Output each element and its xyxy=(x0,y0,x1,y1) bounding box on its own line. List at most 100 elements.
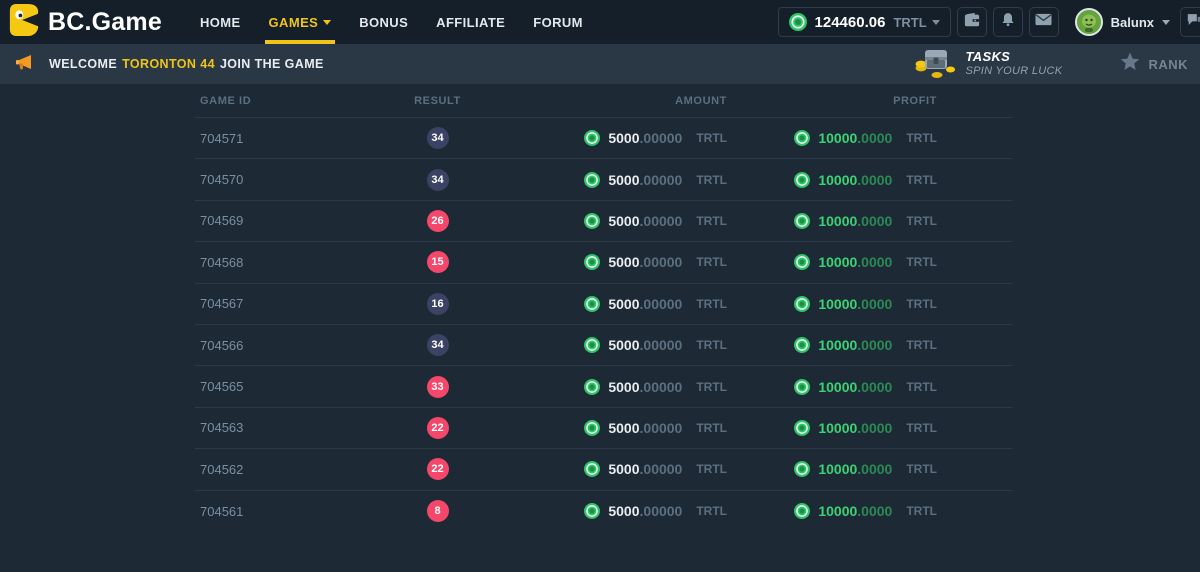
user-menu[interactable]: Balunx xyxy=(1075,8,1170,36)
profit-fraction: .0000 xyxy=(857,420,892,436)
game-id: 704565 xyxy=(195,379,375,394)
page: BC.Game HOME GAMES BONUS AFFILIATE FORUM xyxy=(0,0,1200,572)
trtl-coin-icon xyxy=(584,296,600,312)
profit-integer: 10000 xyxy=(818,337,857,353)
chevron-down-icon xyxy=(932,20,940,25)
table-row[interactable]: 704571 34 5000.00000 TRTL 10000.0000 TRT… xyxy=(195,118,1012,159)
game-id: 704566 xyxy=(195,338,375,353)
header-amount: AMOUNT xyxy=(500,95,727,107)
trtl-coin-icon xyxy=(794,379,810,395)
table-row[interactable]: 704562 22 5000.00000 TRTL 10000.0000 TRT… xyxy=(195,449,1012,490)
game-id: 704561 xyxy=(195,504,375,519)
chat-button[interactable]: 10 xyxy=(1180,7,1200,37)
envelope-icon xyxy=(1035,13,1052,31)
game-id: 704562 xyxy=(195,462,375,477)
table-row[interactable]: 704565 33 5000.00000 TRTL 10000.0000 TRT… xyxy=(195,366,1012,407)
amount-currency: TRTL xyxy=(696,462,727,476)
profit-integer: 10000 xyxy=(818,503,857,519)
amount-fraction: .00000 xyxy=(640,503,683,519)
result-badge: 26 xyxy=(427,210,449,232)
profit-fraction: .0000 xyxy=(857,213,892,229)
messages-button[interactable] xyxy=(1029,7,1059,37)
trtl-coin-icon xyxy=(584,213,600,229)
profit-integer: 10000 xyxy=(818,420,857,436)
profit-currency: TRTL xyxy=(906,297,937,311)
profit-currency: TRTL xyxy=(906,131,937,145)
table-row[interactable]: 704568 15 5000.00000 TRTL 10000.0000 TRT… xyxy=(195,242,1012,283)
profit-fraction: .0000 xyxy=(857,337,892,353)
balance-selector[interactable]: 124460.06 TRTL xyxy=(778,7,951,37)
nav-item-games[interactable]: GAMES xyxy=(269,0,332,44)
profit-currency: TRTL xyxy=(906,214,937,228)
amount-fraction: .00000 xyxy=(640,379,683,395)
amount-fraction: .00000 xyxy=(640,461,683,477)
wallet-button[interactable] xyxy=(957,7,987,37)
result-badge: 34 xyxy=(427,334,449,356)
result-badge: 8 xyxy=(427,500,449,522)
nav-item-home[interactable]: HOME xyxy=(200,0,241,44)
bell-icon xyxy=(1000,11,1016,33)
nav-item-forum[interactable]: FORUM xyxy=(533,0,583,44)
rank-shortcut[interactable]: RANK xyxy=(1120,52,1188,76)
trtl-coin-icon xyxy=(794,254,810,270)
notifications-button[interactable] xyxy=(993,7,1023,37)
chat-bubbles-icon xyxy=(1186,12,1200,33)
trtl-coin-icon xyxy=(584,130,600,146)
profit-currency: TRTL xyxy=(906,504,937,518)
nav-item-bonus[interactable]: BONUS xyxy=(359,0,408,44)
amount-fraction: .00000 xyxy=(640,172,683,188)
profit-fraction: .0000 xyxy=(857,461,892,477)
tasks-shortcut[interactable]: TASKS SPIN YOUR LUCK xyxy=(914,45,1063,84)
profit-fraction: .0000 xyxy=(857,503,892,519)
active-tab-underline xyxy=(265,40,336,44)
profit-currency: TRTL xyxy=(906,462,937,476)
table-row[interactable]: 704561 8 5000.00000 TRTL 10000.0000 TRTL xyxy=(195,491,1012,532)
username: Balunx xyxy=(1111,15,1154,30)
profit-currency: TRTL xyxy=(906,255,937,269)
trtl-coin-icon xyxy=(794,337,810,353)
profit-fraction: .0000 xyxy=(857,254,892,270)
profit-currency: TRTL xyxy=(906,421,937,435)
header-result: RESULT xyxy=(375,95,500,107)
trtl-coin-icon xyxy=(794,503,810,519)
game-id: 704567 xyxy=(195,296,375,311)
table-row[interactable]: 704570 34 5000.00000 TRTL 10000.0000 TRT… xyxy=(195,159,1012,200)
amount-fraction: .00000 xyxy=(640,420,683,436)
balance-currency: TRTL xyxy=(893,15,926,30)
table-row[interactable]: 704569 26 5000.00000 TRTL 10000.0000 TRT… xyxy=(195,201,1012,242)
table-body: 704571 34 5000.00000 TRTL 10000.0000 TRT… xyxy=(195,118,1012,532)
game-id: 704563 xyxy=(195,420,375,435)
brand-logo[interactable]: BC.Game xyxy=(8,3,162,42)
amount-currency: TRTL xyxy=(696,297,727,311)
trtl-coin-icon xyxy=(789,13,807,31)
welcome-suffix: JOIN THE GAME xyxy=(220,57,324,71)
result-badge: 33 xyxy=(427,376,449,398)
table-row[interactable]: 704563 22 5000.00000 TRTL 10000.0000 TRT… xyxy=(195,408,1012,449)
amount-currency: TRTL xyxy=(696,504,727,518)
nav-item-affiliate[interactable]: AFFILIATE xyxy=(436,0,505,44)
game-id: 704569 xyxy=(195,213,375,228)
trtl-coin-icon xyxy=(584,172,600,188)
table-row[interactable]: 704566 34 5000.00000 TRTL 10000.0000 TRT… xyxy=(195,325,1012,366)
wallet-icon xyxy=(963,12,981,33)
amount-integer: 5000 xyxy=(608,213,639,229)
trtl-coin-icon xyxy=(584,254,600,270)
top-navbar: BC.Game HOME GAMES BONUS AFFILIATE FORUM xyxy=(0,0,1200,44)
table-row[interactable]: 704567 16 5000.00000 TRTL 10000.0000 TRT… xyxy=(195,284,1012,325)
amount-fraction: .00000 xyxy=(640,213,683,229)
amount-currency: TRTL xyxy=(696,173,727,187)
bets-table: GAME ID RESULT AMOUNT PROFIT 704571 34 5… xyxy=(195,84,1012,532)
profit-fraction: .0000 xyxy=(857,172,892,188)
tasks-title: TASKS xyxy=(966,49,1063,65)
amount-currency: TRTL xyxy=(696,421,727,435)
brand-name: BC.Game xyxy=(48,8,162,37)
amount-currency: TRTL xyxy=(696,338,727,352)
megaphone-icon xyxy=(14,52,36,77)
profit-currency: TRTL xyxy=(906,338,937,352)
profit-fraction: .0000 xyxy=(857,379,892,395)
amount-integer: 5000 xyxy=(608,379,639,395)
header-game-id: GAME ID xyxy=(195,95,375,107)
amount-integer: 5000 xyxy=(608,172,639,188)
profit-fraction: .0000 xyxy=(857,296,892,312)
trtl-coin-icon xyxy=(584,337,600,353)
